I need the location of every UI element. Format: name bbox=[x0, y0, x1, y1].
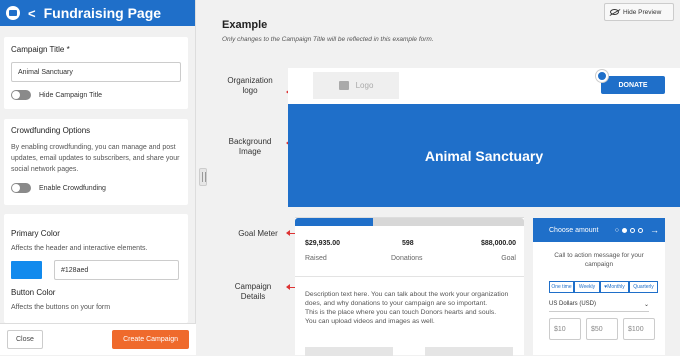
image-icon bbox=[338, 81, 349, 90]
button-color-description: Affects the buttons on your form bbox=[11, 304, 111, 311]
eye-slash-icon bbox=[610, 9, 619, 15]
hide-preview-label: Hide Preview bbox=[623, 8, 662, 16]
hide-preview-button[interactable]: Hide Preview bbox=[604, 3, 674, 21]
campaign-title-card: Campaign Title * Animal Sanctuary Hide C… bbox=[4, 37, 188, 109]
step-dot bbox=[622, 227, 627, 233]
amount-option[interactable]: $100 bbox=[623, 318, 655, 340]
close-button[interactable]: Close bbox=[7, 330, 43, 349]
goal-meter bbox=[295, 218, 524, 226]
panel-resize-handle[interactable] bbox=[199, 168, 207, 186]
campaign-title-input[interactable]: Animal Sanctuary bbox=[11, 62, 181, 82]
back-button[interactable]: < bbox=[28, 6, 36, 21]
cta-message: Call to action message for your campaign bbox=[554, 252, 644, 268]
campaign-description: Description text here. You can talk abou… bbox=[305, 291, 509, 325]
currency-underline bbox=[549, 311, 649, 312]
create-campaign-button[interactable]: Create Campaign bbox=[112, 330, 189, 349]
annotation-goal-meter: Goal Meter bbox=[238, 229, 278, 238]
annotation-org-logo: Organization logo bbox=[227, 76, 273, 95]
donate-button[interactable]: DONATE bbox=[601, 76, 665, 94]
panel-footer: Close Create Campaign bbox=[0, 323, 196, 355]
donation-form-header: Choose amount ○ → bbox=[533, 218, 665, 242]
step-dot bbox=[630, 227, 635, 233]
raised-value: $29,935.00 bbox=[305, 240, 341, 247]
annotation-campaign-details: Campaign Details bbox=[234, 282, 272, 301]
primary-color-heading: Primary Color bbox=[11, 229, 60, 238]
goal-card: $29,935.00 Raised 598 Donations $88,000.… bbox=[295, 217, 524, 356]
primary-color-input[interactable]: #128aed bbox=[54, 260, 179, 280]
donations-value: 598 bbox=[402, 240, 414, 247]
panel-title: Fundraising Page bbox=[43, 5, 162, 21]
primary-color-marker bbox=[596, 70, 608, 82]
banner-title: Animal Sanctuary bbox=[424, 147, 544, 164]
arrow-right-icon[interactable]: → bbox=[650, 225, 659, 235]
choose-amount-title: Choose amount bbox=[549, 226, 599, 234]
primary-color-swatch[interactable] bbox=[11, 261, 42, 279]
currency-value: US Dollars (USD) bbox=[549, 301, 597, 307]
step-dot bbox=[638, 227, 643, 233]
logo-placeholder: Logo bbox=[313, 72, 399, 99]
donation-form-card: Choose amount ○ → Call to action message… bbox=[533, 218, 665, 355]
preview-subtitle: Only changes to the Campaign Title will … bbox=[222, 36, 434, 43]
button-color-heading: Button Color bbox=[11, 288, 56, 297]
logo-placeholder-text: Logo bbox=[355, 81, 374, 90]
currency-select[interactable]: US Dollars (USD) ⌄ bbox=[549, 301, 649, 308]
hide-title-row: Hide Campaign Title bbox=[11, 90, 181, 100]
campaign-banner: Animal Sanctuary bbox=[288, 104, 680, 207]
annotation-background-image: Background Image bbox=[228, 137, 272, 156]
panel-header: < Fundraising Page bbox=[0, 0, 195, 26]
settings-panel: < Fundraising Page Campaign Title * Anim… bbox=[0, 0, 196, 355]
goal-value: $88,000.00 bbox=[480, 240, 516, 247]
app-logo-icon bbox=[6, 6, 20, 20]
crowdfunding-description: By enabling crowdfunding, you can manage… bbox=[11, 144, 180, 173]
enable-crowdfunding-toggle[interactable] bbox=[11, 183, 31, 193]
primary-color-description: Affects the header and interactive eleme… bbox=[11, 245, 148, 252]
campaign-title-label: Campaign Title * bbox=[11, 45, 70, 54]
frequency-option[interactable]: One time bbox=[549, 281, 574, 293]
form-step-controls: ○ → bbox=[615, 225, 665, 235]
frequency-option[interactable]: Quarterly bbox=[629, 281, 658, 293]
frequency-option[interactable]: ♥ Monthly bbox=[600, 281, 629, 293]
colors-card: Primary Color Affects the header and int… bbox=[4, 214, 188, 323]
raised-label: Raised bbox=[305, 255, 327, 262]
hide-title-label: Hide Campaign Title bbox=[39, 91, 103, 99]
enable-crowdfunding-label: Enable Crowdfunding bbox=[39, 184, 106, 192]
amount-options: $10 $50 $100 bbox=[549, 318, 665, 340]
crowdfunding-card: Crowdfunding Options By enabling crowdfu… bbox=[4, 119, 188, 205]
lock-icon: ○ bbox=[614, 226, 619, 234]
amount-option[interactable]: $50 bbox=[586, 318, 618, 340]
crowdfunding-heading: Crowdfunding Options bbox=[11, 126, 91, 135]
donations-label: Donations bbox=[391, 255, 423, 262]
amount-option[interactable]: $10 bbox=[549, 318, 581, 340]
enable-crowdfunding-row: Enable Crowdfunding bbox=[11, 183, 181, 193]
chevron-down-icon: ⌄ bbox=[643, 302, 649, 308]
goal-divider bbox=[295, 276, 524, 277]
frequency-option[interactable]: Weekly bbox=[574, 281, 600, 293]
goal-meter-fill bbox=[295, 218, 373, 226]
frequency-options: One time Weekly ♥ Monthly Quarterly bbox=[549, 281, 665, 293]
hide-title-toggle[interactable] bbox=[11, 90, 31, 100]
primary-color-picker: #128aed bbox=[11, 260, 181, 280]
preview-title: Example bbox=[222, 19, 268, 31]
goal-label: Goal bbox=[501, 255, 516, 262]
